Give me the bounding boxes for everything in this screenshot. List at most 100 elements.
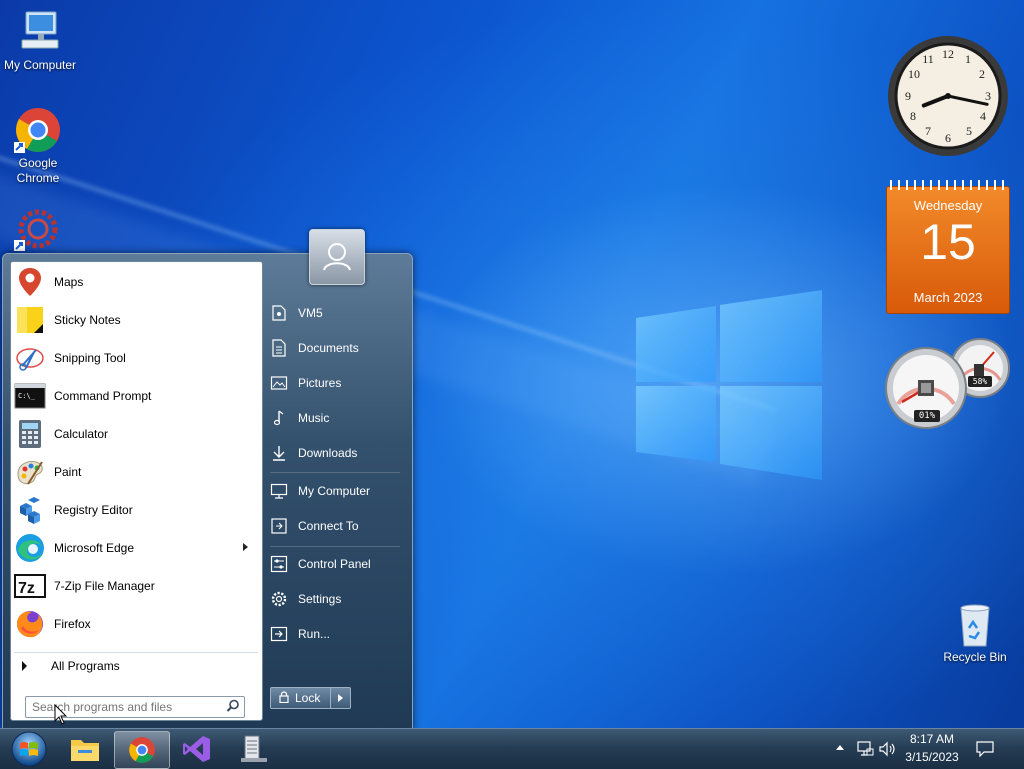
start-button[interactable] xyxy=(2,731,56,767)
taskbar-file-explorer[interactable] xyxy=(58,731,112,767)
desktop-icon-google-chrome[interactable]: Google Chrome xyxy=(0,106,78,186)
firefox-icon xyxy=(14,608,46,640)
program-label: Calculator xyxy=(54,427,109,441)
recycle-bin-icon xyxy=(951,600,999,648)
program-snipping-tool[interactable]: Snipping Tool xyxy=(14,340,258,376)
svg-text:1: 1 xyxy=(965,52,971,66)
svg-text:C:\_: C:\_ xyxy=(18,392,36,400)
program-microsoft-edge[interactable]: Microsoft Edge xyxy=(14,530,258,566)
control-panel-icon xyxy=(270,555,288,573)
music-icon xyxy=(270,409,288,427)
edge-icon xyxy=(14,532,46,564)
svg-text:5: 5 xyxy=(966,124,972,138)
svg-text:12: 12 xyxy=(942,47,954,61)
program-label: Maps xyxy=(54,275,84,289)
place-run[interactable]: Run... xyxy=(270,619,400,649)
clock-time[interactable]: 8:17 AM xyxy=(904,732,960,746)
program-7zip[interactable]: 7z 7-Zip File Manager xyxy=(14,568,258,604)
place-label: My Computer xyxy=(298,484,371,498)
place-documents[interactable]: Documents xyxy=(270,333,400,363)
place-label: Downloads xyxy=(298,446,358,460)
svg-text:4: 4 xyxy=(980,109,986,123)
volume-icon[interactable] xyxy=(878,741,896,757)
place-downloads[interactable]: Downloads xyxy=(270,438,400,468)
mouse-cursor xyxy=(54,704,68,725)
svg-text:2: 2 xyxy=(979,67,985,81)
memory-usage-readout: 58% xyxy=(968,376,992,387)
snipping-tool-icon xyxy=(14,342,46,374)
desktop-icon-my-computer[interactable]: My Computer xyxy=(0,8,80,73)
program-label: 7-Zip File Manager xyxy=(54,579,155,593)
pictures-icon xyxy=(270,374,288,392)
gear-icon xyxy=(270,590,288,608)
svg-text:8: 8 xyxy=(910,109,916,123)
submenu-arrow-icon xyxy=(243,543,248,551)
program-command-prompt[interactable]: C:\_ Command Prompt xyxy=(14,378,258,414)
cpu-meter-gadget[interactable]: 01% 58% xyxy=(884,336,1012,432)
user-account-picture[interactable] xyxy=(309,229,365,285)
download-icon xyxy=(270,444,288,462)
program-maps[interactable]: Maps xyxy=(14,264,258,300)
calendar-day: 15 xyxy=(920,214,976,270)
command-prompt-icon: C:\_ xyxy=(14,380,46,412)
place-user-folder[interactable]: VM5 xyxy=(270,298,400,328)
program-label: Sticky Notes xyxy=(54,313,121,327)
svg-text:3: 3 xyxy=(985,89,991,103)
shutdown-options-button[interactable] xyxy=(330,687,351,709)
program-calculator[interactable]: Calculator xyxy=(14,416,258,452)
program-firefox[interactable]: Firefox xyxy=(14,606,258,642)
taskbar: 8:17 AM 3/15/2023 xyxy=(0,728,1024,769)
calendar-weekday: Wednesday xyxy=(913,198,983,213)
run-icon xyxy=(270,625,288,643)
lock-icon xyxy=(279,690,289,706)
desktop-icon-label: My Computer xyxy=(3,58,77,72)
place-connect-to[interactable]: Connect To xyxy=(270,511,400,541)
7zip-icon: 7z xyxy=(14,570,46,602)
program-registry-editor[interactable]: Registry Editor xyxy=(14,492,258,528)
program-label: Microsoft Edge xyxy=(54,541,135,555)
lock-button[interactable]: Lock xyxy=(270,687,338,709)
taskbar-server-manager[interactable] xyxy=(226,731,280,767)
calculator-icon xyxy=(14,418,46,450)
all-programs-button[interactable]: All Programs xyxy=(14,652,258,679)
calendar-gadget[interactable]: Wednesday 15 March 2023 xyxy=(886,180,1010,314)
desktop-icon-recycle-bin[interactable]: Recycle Bin xyxy=(935,600,1015,665)
place-settings[interactable]: Settings xyxy=(270,584,400,614)
notification-center-icon[interactable] xyxy=(976,741,994,757)
clock-gadget[interactable]: 12 1 2 3 4567 8 9 10 11 xyxy=(886,34,1010,158)
start-menu: Maps Sticky Notes Snipping Tool C:\_ Com… xyxy=(2,253,413,731)
place-pictures[interactable]: Pictures xyxy=(270,368,400,398)
start-orb-icon xyxy=(11,731,47,767)
search-icon[interactable] xyxy=(226,699,240,713)
place-my-computer[interactable]: My Computer xyxy=(270,476,400,506)
computer-icon xyxy=(16,8,64,56)
place-label: Run... xyxy=(298,627,331,641)
svg-text:7: 7 xyxy=(925,124,931,138)
svg-text:9: 9 xyxy=(905,89,911,103)
sticky-notes-icon xyxy=(14,304,46,336)
svg-text:6: 6 xyxy=(945,131,951,145)
clock-date[interactable]: 3/15/2023 xyxy=(902,750,962,764)
desktop-icon-settings[interactable] xyxy=(0,206,78,256)
start-menu-places-pane: VM5 Documents Pictures Music Downloads M… xyxy=(262,254,412,730)
place-label: Documents xyxy=(298,341,359,355)
place-control-panel[interactable]: Control Panel xyxy=(270,549,400,579)
calendar-month-year: March 2023 xyxy=(913,290,983,305)
user-folder-icon xyxy=(270,304,288,322)
taskbar-chrome[interactable] xyxy=(114,731,170,769)
place-label: Music xyxy=(298,411,330,425)
settings-gear-icon xyxy=(14,206,62,254)
windows-logo-wallpaper xyxy=(636,290,822,480)
file-explorer-icon xyxy=(71,740,99,761)
desktop-icon-label: Recycle Bin xyxy=(943,650,1007,664)
place-label: Settings xyxy=(298,592,342,606)
svg-text:11: 11 xyxy=(922,52,934,66)
chrome-icon xyxy=(129,737,155,763)
taskbar-visual-studio[interactable] xyxy=(170,731,224,767)
place-music[interactable]: Music xyxy=(270,403,400,433)
program-sticky-notes[interactable]: Sticky Notes xyxy=(14,302,258,338)
network-icon[interactable] xyxy=(856,741,874,757)
program-paint[interactable]: Paint xyxy=(14,454,258,490)
program-label: Snipping Tool xyxy=(54,351,126,365)
show-hidden-icons-icon[interactable] xyxy=(836,745,844,750)
